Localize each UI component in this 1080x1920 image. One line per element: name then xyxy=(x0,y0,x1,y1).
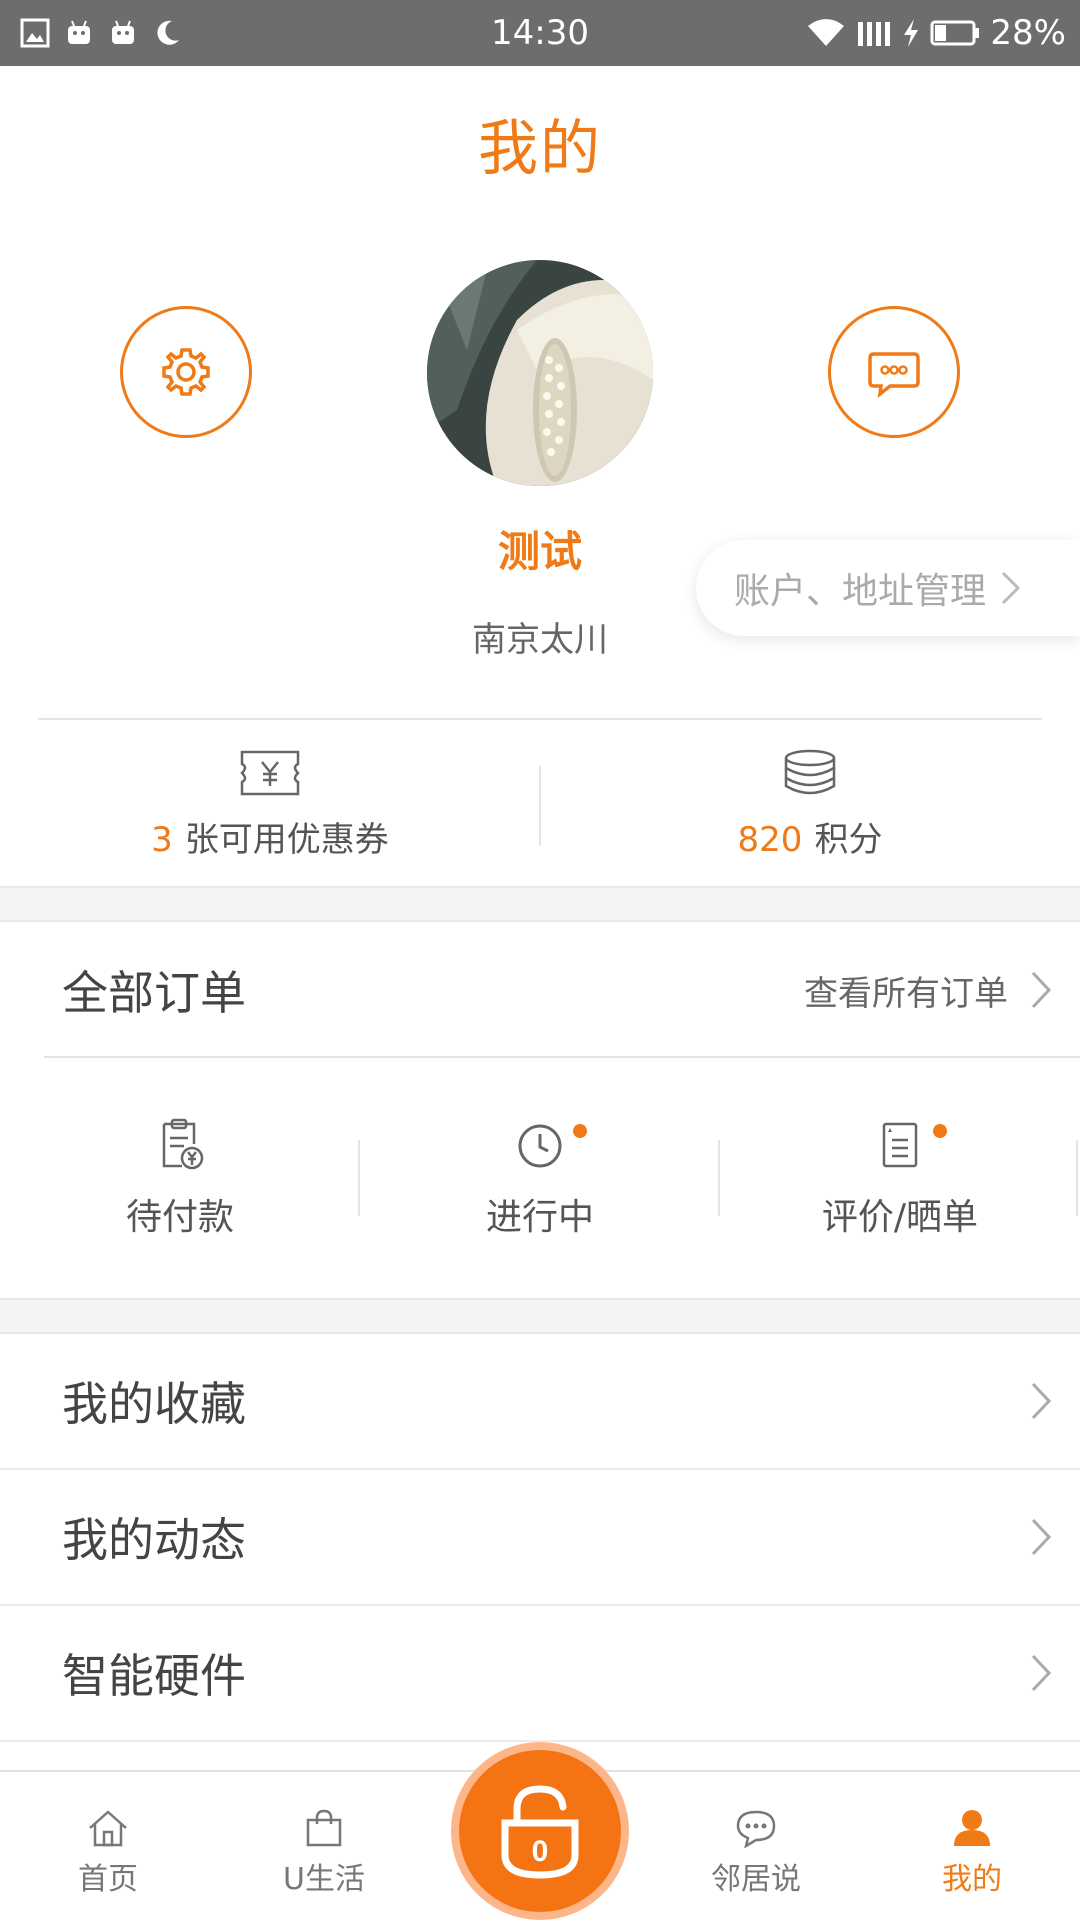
menu-item-label: 智能硬件 xyxy=(62,1649,246,1703)
unlock-icon-text: 0 xyxy=(532,1835,549,1868)
status-bar: 14:30 28% xyxy=(0,0,1080,66)
coupons-count: 3 xyxy=(151,819,173,860)
page-title: 我的 xyxy=(478,114,602,184)
section-gap xyxy=(0,886,1080,922)
points-line: 820 积分 xyxy=(738,812,883,861)
tab-u-life[interactable]: U生活 xyxy=(216,1772,432,1920)
battery-icon xyxy=(930,20,980,46)
order-status-bar: 待付款 进行中 评价/晒单 xyxy=(0,1060,1080,1298)
stats-separator xyxy=(539,766,541,846)
notification-dot xyxy=(933,1124,947,1138)
menu-item-chevron xyxy=(1030,1517,1052,1557)
order-pending-payment[interactable]: 待付款 xyxy=(0,1060,360,1298)
account-address-label: 账户、地址管理 xyxy=(734,571,987,612)
order-separator xyxy=(1076,1140,1078,1216)
notification-dot xyxy=(573,1124,587,1138)
tab-label: 我的 xyxy=(942,1862,1002,1897)
review-document-icon xyxy=(882,1122,918,1168)
all-orders-row[interactable]: 全部订单 查看所有订单 xyxy=(0,922,1080,1058)
order-status-label: 评价/晒单 xyxy=(821,1197,979,1238)
unlock-button[interactable]: 0 xyxy=(451,1742,629,1920)
stats-panel: 3 张可用优惠券 820 积分 xyxy=(0,722,1080,886)
chevron-right-icon xyxy=(1031,1654,1052,1692)
avatar[interactable] xyxy=(427,260,653,486)
account-address-link[interactable]: 账户、地址管理 xyxy=(696,540,1080,636)
coupon-icon xyxy=(240,750,300,795)
tab-home[interactable]: 首页 xyxy=(0,1772,216,1920)
tab-label: 首页 xyxy=(78,1862,138,1897)
all-orders-title: 全部订单 xyxy=(62,966,246,1020)
tab-label: U生活 xyxy=(283,1862,365,1897)
section-gap xyxy=(0,1298,1080,1334)
chevron-right-icon xyxy=(1031,1518,1052,1556)
points-stat[interactable]: 820 积分 xyxy=(540,722,1080,886)
coupons-stat[interactable]: 3 张可用优惠券 xyxy=(0,722,540,886)
divider xyxy=(38,718,1042,720)
payment-clipboard-icon xyxy=(162,1118,204,1170)
menu-item-label: 我的收藏 xyxy=(62,1377,246,1431)
order-status-label: 待付款 xyxy=(125,1197,234,1238)
order-in-progress[interactable]: 进行中 xyxy=(360,1060,720,1298)
wifi-icon xyxy=(808,19,845,46)
coupons-line: 3 张可用优惠券 xyxy=(151,812,389,861)
home-icon xyxy=(89,1810,127,1847)
battery-percent: 28% xyxy=(990,13,1066,53)
coins-icon xyxy=(784,749,836,794)
view-all-orders-label: 查看所有订单 xyxy=(804,973,1008,1014)
divider xyxy=(44,1056,1080,1058)
points-count: 820 xyxy=(737,819,803,860)
clock-icon xyxy=(518,1124,562,1168)
signal-icon xyxy=(858,22,891,46)
order-separator xyxy=(358,1140,360,1216)
gear-icon xyxy=(162,348,210,396)
chevron-right-icon xyxy=(1001,571,1021,605)
menu-item-activity[interactable]: 我的动态 xyxy=(0,1470,1080,1606)
chevron-right-icon xyxy=(1031,971,1052,1009)
menu-item-chevron xyxy=(1030,1653,1052,1693)
order-review[interactable]: 评价/晒单 xyxy=(720,1060,1080,1298)
tab-mine[interactable]: 我的 xyxy=(864,1772,1080,1920)
coupons-label: 张可用优惠券 xyxy=(184,819,389,860)
screen: 14:30 28% 我的 测试 南京太川 账户、地址管理 3 张可用优惠券 82… xyxy=(0,0,1080,1920)
unlock-icon: 0 xyxy=(501,1785,579,1879)
tab-neighbors[interactable]: 邻居说 xyxy=(648,1772,864,1920)
order-separator xyxy=(718,1140,720,1216)
user-icon xyxy=(954,1810,990,1846)
shopping-bag-icon xyxy=(306,1809,342,1847)
chat-icon xyxy=(868,352,920,399)
chevron-right-icon xyxy=(1031,1382,1052,1420)
menu-item-favorites[interactable]: 我的收藏 xyxy=(0,1334,1080,1470)
order-status-label: 进行中 xyxy=(485,1197,594,1238)
points-label: 积分 xyxy=(814,819,883,860)
status-right-icons: 28% xyxy=(806,13,1066,53)
messages-button[interactable] xyxy=(828,306,960,438)
charging-icon xyxy=(904,19,919,47)
view-all-orders-link[interactable]: 查看所有订单 xyxy=(804,966,1052,1015)
avatar-image xyxy=(427,260,653,486)
chat-bubble-icon xyxy=(736,1810,776,1848)
tab-label: 邻居说 xyxy=(711,1862,801,1897)
menu-item-label: 我的动态 xyxy=(62,1513,246,1567)
settings-button[interactable] xyxy=(120,306,252,438)
menu-item-chevron xyxy=(1030,1381,1052,1421)
menu-item-smart-hardware[interactable]: 智能硬件 xyxy=(0,1606,1080,1742)
